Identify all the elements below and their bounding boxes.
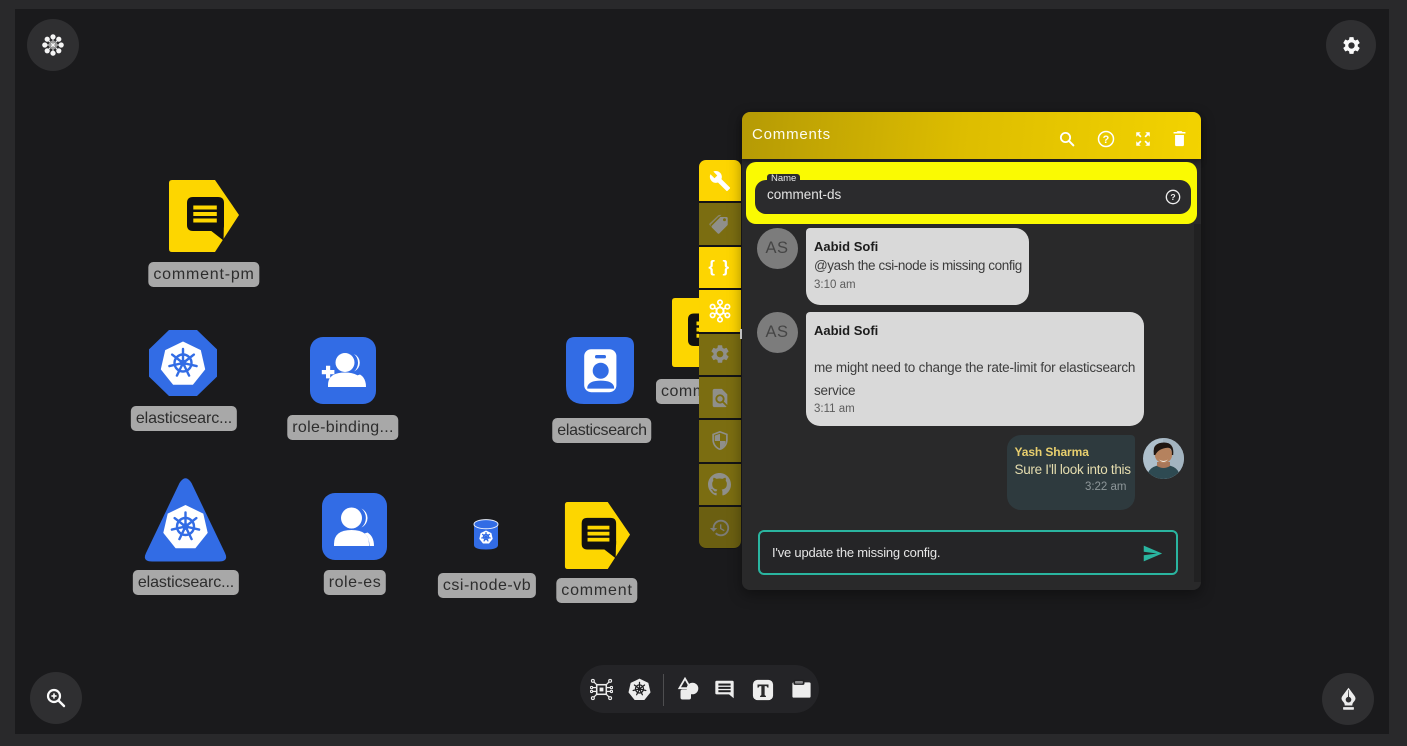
svg-text:?: ? xyxy=(1170,192,1175,202)
svg-text:?: ? xyxy=(1103,133,1110,145)
